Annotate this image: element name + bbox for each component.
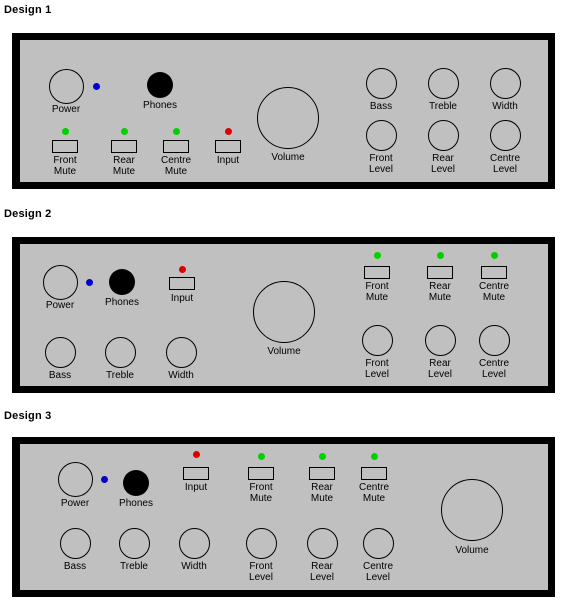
front-mute-button-label: Front Mute <box>365 281 389 303</box>
centre-level-knob[interactable] <box>362 527 394 559</box>
bass-knob[interactable] <box>59 527 91 559</box>
bass-knob[interactable] <box>44 336 76 368</box>
phones-jack[interactable] <box>123 470 149 496</box>
power-knob-label: Power <box>60 498 90 509</box>
centre-level-knob[interactable] <box>478 324 510 356</box>
volume-knob[interactable] <box>253 281 315 343</box>
front-mute-led <box>257 452 265 460</box>
phones-jack[interactable] <box>109 269 135 295</box>
rear-mute-button[interactable] <box>427 265 453 279</box>
treble-knob[interactable] <box>427 67 459 99</box>
front-level-knob-label: Front Level <box>249 561 273 583</box>
centre-mute-button[interactable] <box>163 139 189 153</box>
width-knob-label: Width <box>181 561 207 572</box>
centre-level-knob[interactable] <box>489 119 521 151</box>
volume-knob[interactable] <box>257 87 319 149</box>
input-button[interactable] <box>215 139 241 153</box>
front-mute-button[interactable] <box>52 139 78 153</box>
width-knob-label: Width <box>168 370 194 381</box>
power-led <box>92 82 100 90</box>
width-knob[interactable] <box>165 336 197 368</box>
rear-mute-button-label: Rear Mute <box>112 155 136 177</box>
treble-knob-label: Treble <box>120 561 148 572</box>
input-button[interactable] <box>169 276 195 290</box>
input-led <box>178 265 186 273</box>
input-button-label: Input <box>216 155 240 166</box>
rear-mute-button[interactable] <box>309 466 335 480</box>
power-knob[interactable] <box>48 68 84 104</box>
design-title: Design 2 <box>4 208 52 220</box>
input-button-label: Input <box>170 293 194 304</box>
treble-knob-label: Treble <box>106 370 134 381</box>
centre-mute-button-label: Centre Mute <box>358 482 390 504</box>
volume-knob-label: Volume <box>455 545 489 556</box>
power-knob-label: Power <box>51 104 81 115</box>
input-led <box>224 127 232 135</box>
centre-mute-button[interactable] <box>361 466 387 480</box>
bass-knob-label: Bass <box>369 101 393 112</box>
design-title: Design 1 <box>4 4 52 16</box>
input-button-label: Input <box>184 482 208 493</box>
rear-level-knob-label: Rear Level <box>431 153 455 175</box>
treble-knob-label: Treble <box>429 101 457 112</box>
rear-level-knob[interactable] <box>427 119 459 151</box>
front-mute-button-label: Front Mute <box>249 482 273 504</box>
power-knob-label: Power <box>45 300 75 311</box>
front-mute-led <box>61 127 69 135</box>
rear-mute-button[interactable] <box>111 139 137 153</box>
phones-jack-label: Phones <box>105 297 139 308</box>
rear-mute-button-label: Rear Mute <box>310 482 334 504</box>
centre-mute-led <box>370 452 378 460</box>
centre-mute-button-label: Centre Mute <box>160 155 192 177</box>
rear-level-knob-label: Rear Level <box>428 358 452 380</box>
width-knob[interactable] <box>178 527 210 559</box>
input-button[interactable] <box>183 466 209 480</box>
power-knob[interactable] <box>57 461 93 497</box>
rear-level-knob-label: Rear Level <box>310 561 334 583</box>
volume-knob[interactable] <box>441 479 503 541</box>
width-knob-label: Width <box>492 101 518 112</box>
bass-knob-label: Bass <box>63 561 87 572</box>
front-mute-button-label: Front Mute <box>53 155 77 177</box>
front-level-knob-label: Front Level <box>369 153 393 175</box>
volume-knob-label: Volume <box>271 152 305 163</box>
centre-mute-button[interactable] <box>481 265 507 279</box>
front-mute-led <box>373 251 381 259</box>
phones-jack-label: Phones <box>143 100 177 111</box>
design-title: Design 3 <box>4 410 52 422</box>
volume-knob-label: Volume <box>267 346 301 357</box>
centre-level-knob-label: Centre Level <box>478 358 510 380</box>
rear-mute-led <box>318 452 326 460</box>
centre-mute-led <box>490 251 498 259</box>
bass-knob-label: Bass <box>48 370 72 381</box>
treble-knob[interactable] <box>118 527 150 559</box>
centre-level-knob-label: Centre Level <box>362 561 394 583</box>
rear-mute-led <box>120 127 128 135</box>
phones-jack[interactable] <box>147 72 173 98</box>
power-knob[interactable] <box>42 264 78 300</box>
front-mute-button[interactable] <box>248 466 274 480</box>
phones-jack-label: Phones <box>119 498 153 509</box>
width-knob[interactable] <box>489 67 521 99</box>
centre-mute-led <box>172 127 180 135</box>
rear-level-knob[interactable] <box>424 324 456 356</box>
front-level-knob[interactable] <box>365 119 397 151</box>
rear-mute-button-label: Rear Mute <box>428 281 452 303</box>
input-led <box>192 450 200 458</box>
rear-mute-led <box>436 251 444 259</box>
front-level-knob[interactable] <box>361 324 393 356</box>
power-led <box>100 475 108 483</box>
front-level-knob[interactable] <box>245 527 277 559</box>
front-mute-button[interactable] <box>364 265 390 279</box>
treble-knob[interactable] <box>104 336 136 368</box>
front-level-knob-label: Front Level <box>365 358 389 380</box>
bass-knob[interactable] <box>365 67 397 99</box>
centre-level-knob-label: Centre Level <box>489 153 521 175</box>
centre-mute-button-label: Centre Mute <box>478 281 510 303</box>
power-led <box>85 278 93 286</box>
rear-level-knob[interactable] <box>306 527 338 559</box>
